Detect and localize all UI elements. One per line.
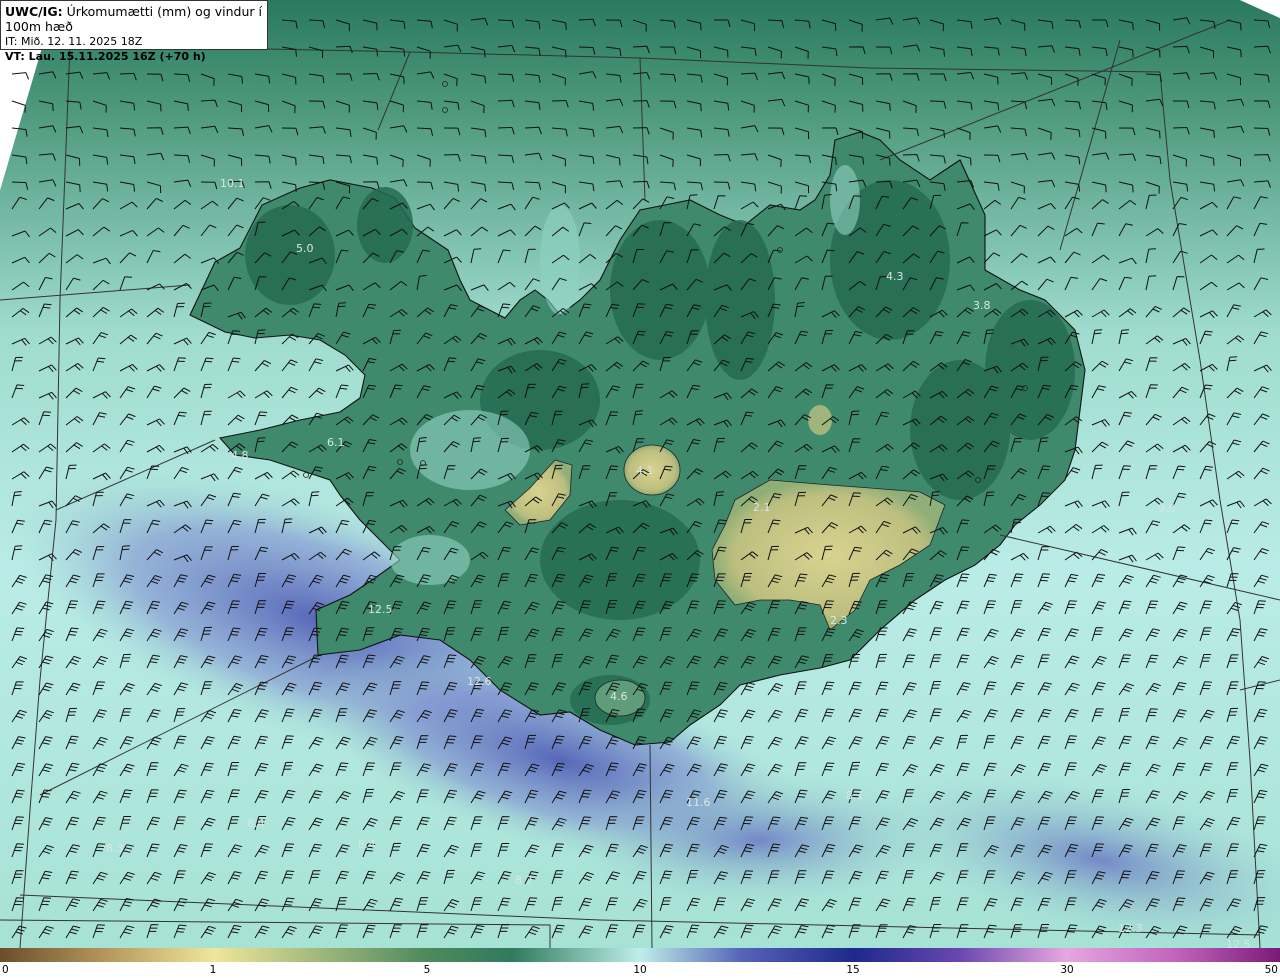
valid-time-line: VT: Lau. 15.11.2025 16Z (+70 h) xyxy=(5,49,263,64)
precipitation-map: 10.1 5.0 4.3 3.8 6.1 4.8 4.1 2.1 2.3 9.0… xyxy=(0,0,1280,953)
colorbar-tick: 1 xyxy=(209,964,217,976)
map-value-label: 4.1 xyxy=(636,464,654,477)
map-value-label: 8.3 xyxy=(106,842,124,855)
map-canvas: 10.1 5.0 4.3 3.8 6.1 4.8 4.1 2.1 2.3 9.0… xyxy=(0,0,1280,953)
colorbar-tick: 15 xyxy=(846,964,860,976)
colorbar xyxy=(0,948,1280,962)
valid-prefix: VT: xyxy=(5,50,25,63)
map-value-label: 12.5 xyxy=(368,603,393,616)
map-value-label: 9.0 xyxy=(1158,502,1176,515)
colorbar-tick: 10 xyxy=(633,964,647,976)
map-value-label: 12.6 xyxy=(467,675,492,688)
map-value-label: 6.1 xyxy=(327,436,345,449)
map-value-label: 5.0 xyxy=(296,242,314,255)
colorbar-ticks: 0 1 5 10 15 30 50 xyxy=(0,962,1280,978)
map-value-label: 8.1 xyxy=(846,789,864,802)
map-value-label: 4.6 xyxy=(610,690,628,703)
map-value-label: 10.1 xyxy=(220,177,245,190)
map-value-label: 8.4 xyxy=(247,817,265,830)
map-value-label: 11.6 xyxy=(686,796,711,809)
map-value-label: 3.8 xyxy=(973,299,991,312)
valid-time: Lau. 15.11.2025 16Z (+70 h) xyxy=(28,50,206,63)
map-value-label: 4.8 xyxy=(231,449,249,462)
map-value-label: 8.4 xyxy=(358,838,376,851)
map-value-label: 12.3 xyxy=(1118,922,1143,935)
map-title-box: UWC/IG: Úrkomumætti (mm) og vindur í 100… xyxy=(0,0,268,63)
map-value-label: 2.1 xyxy=(753,501,771,514)
map-value-label: 8.2 xyxy=(515,874,533,887)
precip-band-south-2 xyxy=(560,770,960,910)
colorbar-tick: 30 xyxy=(1060,964,1074,976)
map-value-label: 12.5 xyxy=(1226,938,1251,948)
colorbar-tick: 0 xyxy=(2,964,9,976)
map-value-label: 2.3 xyxy=(830,614,848,627)
colorbar-tick: 50 xyxy=(1264,964,1278,976)
model-name: UWC/IG: xyxy=(5,4,63,19)
init-time: IT: Mið. 12. 11. 2025 18Z xyxy=(5,35,143,48)
colorbar-tick: 5 xyxy=(423,964,431,976)
map-value-label: 4.3 xyxy=(886,270,904,283)
title-line: UWC/IG: Úrkomumætti (mm) og vindur í 100… xyxy=(5,4,263,34)
